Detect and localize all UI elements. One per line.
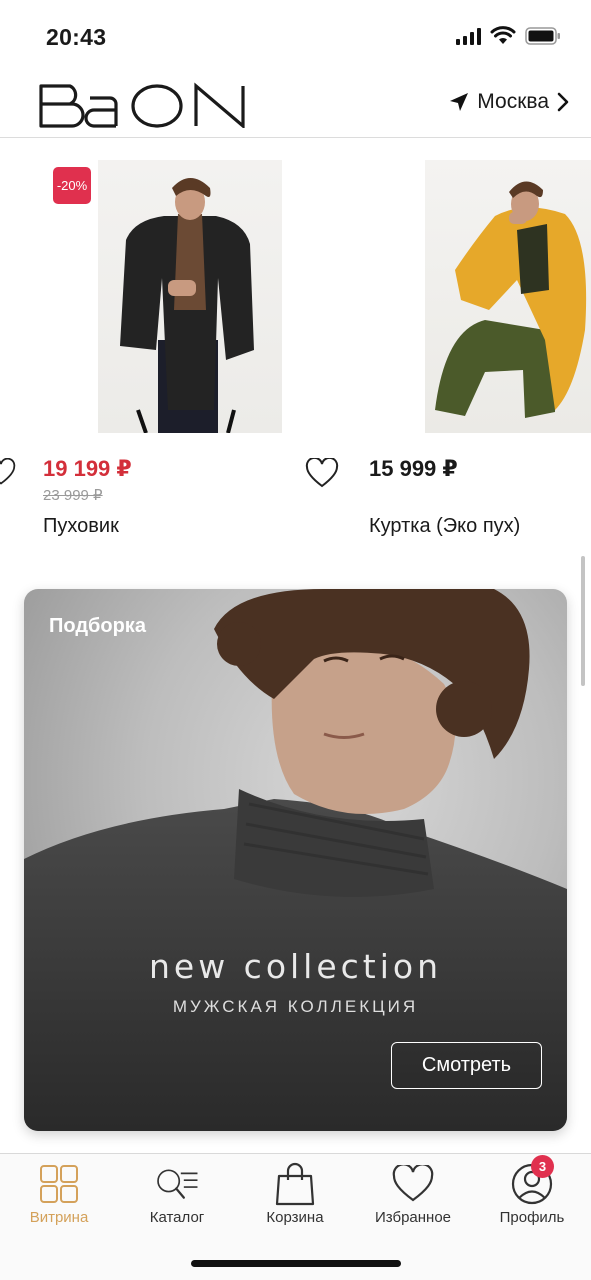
scrollbar[interactable] xyxy=(581,556,585,686)
battery-icon xyxy=(525,26,560,45)
collection-banner[interactable]: Подборка new collection МУЖСКАЯ КОЛЛЕКЦИ… xyxy=(24,589,567,1131)
tab-label: Корзина xyxy=(266,1209,324,1226)
heart-icon xyxy=(391,1162,435,1206)
product-name[interactable]: Пуховик xyxy=(43,515,119,538)
grid-icon xyxy=(37,1162,81,1206)
tab-cart[interactable]: Корзина xyxy=(236,1154,354,1234)
tab-label: Избранное xyxy=(374,1209,452,1226)
product-price-sale: 19 199 ₽ xyxy=(43,456,132,481)
product-price-old: 23 999 ₽ xyxy=(43,487,103,504)
product-photo-jacket xyxy=(435,181,587,418)
tab-label: Профиль xyxy=(499,1209,565,1226)
banner-subtitle: МУЖСКАЯ КОЛЛЕКЦИЯ xyxy=(172,997,419,1016)
tab-catalog[interactable]: Каталог xyxy=(118,1154,236,1234)
tab-label: Витрина xyxy=(29,1209,89,1226)
banner-tag: Подборка xyxy=(49,615,146,637)
view-collection-button[interactable]: Смотреть xyxy=(391,1042,542,1089)
product-photo-puffer xyxy=(120,178,254,433)
product-image-puffer[interactable] xyxy=(98,160,282,433)
tab-label: Каталог xyxy=(149,1209,205,1226)
status-bar: 20:43 xyxy=(0,0,591,72)
banner-title: new collection xyxy=(148,947,443,986)
city-selector[interactable]: Москва xyxy=(449,90,569,114)
favorite-heart-icon[interactable] xyxy=(0,458,16,486)
tab-showcase[interactable]: Витрина xyxy=(0,1154,118,1234)
discount-badge: -20% xyxy=(53,167,91,204)
wifi-icon xyxy=(490,26,516,44)
catalog-search-icon xyxy=(155,1162,199,1206)
baon-logo[interactable] xyxy=(38,82,250,128)
favorite-heart-icon[interactable] xyxy=(305,458,339,488)
shopping-bag-icon xyxy=(273,1162,317,1206)
status-time: 20:43 xyxy=(46,24,107,50)
city-label: Москва xyxy=(477,90,549,113)
app-header: Москва xyxy=(0,72,591,138)
chevron-right-icon xyxy=(557,92,569,112)
status-icons xyxy=(456,26,561,45)
location-arrow-icon xyxy=(450,93,469,111)
product-name[interactable]: Куртка (Эко пух) xyxy=(369,515,520,538)
tab-favorites[interactable]: Избранное xyxy=(354,1154,472,1234)
home-indicator[interactable] xyxy=(191,1260,401,1267)
profile-notification-badge: 3 xyxy=(531,1155,554,1178)
product-carousel[interactable]: -20% 19 199 ₽ 23 999 ₽ Пуховик 15 999 ₽ … xyxy=(0,140,591,560)
product-image-jacket[interactable] xyxy=(425,160,591,433)
product-price: 15 999 ₽ xyxy=(369,456,458,481)
cellular-signal-icon xyxy=(456,27,481,45)
